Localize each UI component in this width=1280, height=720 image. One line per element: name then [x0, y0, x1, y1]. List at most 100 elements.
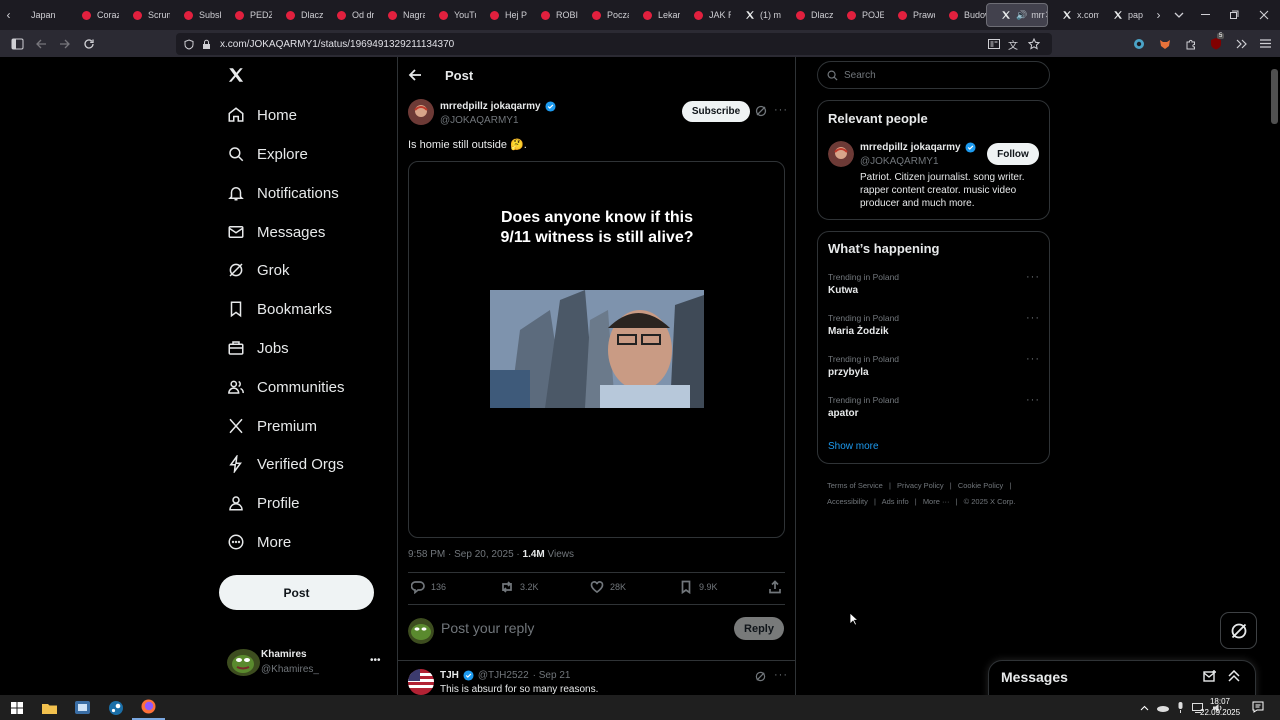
browser-tab[interactable]: Subsk	[170, 0, 221, 30]
more-link[interactable]: More ···	[923, 497, 950, 506]
search-box[interactable]: Search	[817, 61, 1050, 89]
browser-tab[interactable]: ROBIN	[527, 0, 578, 30]
trend-more-icon[interactable]: ···	[1026, 353, 1040, 365]
app-menu-icon[interactable]	[1254, 30, 1276, 57]
relevant-name-row[interactable]: mrredpillz jokaqarmy	[860, 142, 976, 153]
post-media[interactable]: Does anyone know if this 9/11 witness is…	[408, 161, 785, 538]
cookie-link[interactable]: Cookie Policy	[958, 481, 1003, 490]
sidebar-item-messages[interactable]: Messages	[227, 217, 325, 247]
show-more-link[interactable]: Show more	[828, 441, 879, 452]
lock-icon[interactable]	[202, 39, 214, 50]
trend-more-icon[interactable]: ···	[1026, 394, 1040, 406]
sidebar-item-verified-orgs[interactable]: Verified Orgs	[227, 449, 344, 479]
fox-extension-icon[interactable]	[1154, 30, 1176, 57]
sidebar-item-home[interactable]: Home	[227, 100, 297, 130]
tab-scroll-left-icon[interactable]: ‹	[0, 0, 17, 30]
forward-icon[interactable]	[54, 30, 76, 57]
share-action[interactable]	[768, 580, 788, 594]
page-scrollbar[interactable]	[1269, 57, 1280, 695]
browser-tab[interactable]: Pocza	[578, 0, 629, 30]
tab-list-chevron-icon[interactable]	[1167, 0, 1192, 30]
reply-input[interactable]: Post your reply	[441, 620, 534, 636]
sidebar-item-communities[interactable]: Communities	[227, 372, 345, 402]
url-text[interactable]: x.com/JOKAQARMY1/status/1969491329211134…	[220, 39, 454, 50]
bookmark-star-icon[interactable]	[1028, 38, 1048, 50]
tab-scroll-right-icon[interactable]: ›	[1150, 0, 1167, 30]
overflow-chevrons-icon[interactable]	[1230, 30, 1252, 57]
translate-icon[interactable]: 文	[1008, 37, 1028, 52]
ads-info-link[interactable]: Ads info	[882, 497, 909, 506]
browser-tab[interactable]: PEDZI	[221, 0, 272, 30]
reply-author-row[interactable]: TJH @TJH2522 · Sep 21	[440, 670, 570, 681]
sidebar-toggle-icon[interactable]	[6, 30, 28, 57]
reply-author-name[interactable]: TJH	[440, 670, 459, 681]
sidebar-item-explore[interactable]: Explore	[227, 139, 308, 169]
relevant-name[interactable]: mrredpillz jokaqarmy	[860, 142, 961, 153]
clock[interactable]: 18:07 22.09.2025	[1200, 696, 1240, 718]
account-menu-icon[interactable]: •••	[370, 655, 381, 666]
sidebar-item-profile[interactable]: Profile	[227, 488, 300, 518]
like-action[interactable]: 28K	[590, 580, 626, 594]
window-close-icon[interactable]	[1248, 0, 1280, 30]
post-more-icon[interactable]: ···	[774, 104, 788, 116]
browser-tab[interactable]: Nagra	[374, 0, 425, 30]
reply-author-handle[interactable]: @TJH2522	[478, 670, 529, 681]
terms-link[interactable]: Terms of Service	[827, 481, 883, 490]
follow-button[interactable]: Follow	[987, 143, 1039, 165]
browser-tab[interactable]: Lekar	[629, 0, 680, 30]
sidebar-item-notifications[interactable]: Notifications	[227, 178, 339, 208]
relevant-avatar[interactable]	[828, 141, 854, 167]
browser-tab[interactable]: Dlacz	[782, 0, 833, 30]
new-message-icon[interactable]	[1203, 670, 1217, 683]
window-minimize-icon[interactable]	[1191, 0, 1219, 30]
back-arrow-icon[interactable]	[408, 68, 422, 82]
sidebar-item-grok[interactable]: Grok	[227, 255, 290, 285]
browser-tab[interactable]: Budow	[935, 0, 986, 30]
grok-icon[interactable]	[755, 105, 767, 117]
trend-item[interactable]: Trending in Poland Maria Żodzik ···	[828, 312, 1040, 337]
microphone-icon[interactable]	[1177, 702, 1184, 713]
account-avatar[interactable]	[227, 649, 260, 676]
trend-item[interactable]: Trending in Poland przybyla ···	[828, 353, 1040, 378]
steam-icon[interactable]	[99, 695, 132, 720]
browser-tab[interactable]: POJEC	[833, 0, 884, 30]
reply-more-icon[interactable]: ···	[774, 669, 788, 681]
back-icon[interactable]	[30, 30, 52, 57]
vpn-extension-icon[interactable]	[1128, 30, 1150, 57]
reply-button[interactable]: Reply	[734, 617, 784, 640]
browser-tab[interactable]: YouTu	[425, 0, 476, 30]
reader-view-icon[interactable]	[988, 39, 1008, 49]
browser-tab[interactable]: Coraz	[68, 0, 119, 30]
browser-tab[interactable]: Od dr	[323, 0, 374, 30]
video-thumbnail[interactable]	[490, 290, 704, 408]
reply-action[interactable]: 136	[411, 580, 446, 594]
browser-tab[interactable]: Scrum	[119, 0, 170, 30]
messages-drawer[interactable]: Messages	[988, 660, 1256, 695]
browser-tab[interactable]: 🔊mrr✕	[985, 3, 1048, 27]
account-handle[interactable]: @Khamires_	[261, 664, 319, 675]
trend-item[interactable]: Trending in Poland Kutwa ···	[828, 271, 1040, 296]
sidebar-item-more[interactable]: More	[227, 527, 291, 557]
ublock-extension-icon[interactable]: 5	[1205, 30, 1227, 57]
browser-tab[interactable]: Dlacz	[272, 0, 323, 30]
notifications-center-icon[interactable]	[1252, 701, 1264, 713]
x-logo-icon[interactable]	[227, 66, 245, 84]
relevant-handle[interactable]: @JOKAQARMY1	[860, 156, 939, 167]
privacy-link[interactable]: Privacy Policy	[897, 481, 944, 490]
browser-tab[interactable]: JAK R	[680, 0, 731, 30]
author-name[interactable]: mrredpillz jokaqarmy	[440, 101, 541, 112]
grok-fab-button[interactable]	[1220, 612, 1257, 649]
reload-icon[interactable]	[78, 30, 100, 57]
bookmark-action[interactable]: 9.9K	[679, 580, 718, 594]
post-button[interactable]: Post	[219, 575, 374, 610]
app-icon[interactable]	[66, 695, 99, 720]
accessibility-link[interactable]: Accessibility	[827, 497, 868, 506]
trend-more-icon[interactable]: ···	[1026, 312, 1040, 324]
repost-action[interactable]: 3.2K	[500, 580, 539, 594]
reply-author-avatar[interactable]	[408, 669, 434, 695]
scrollbar-thumb[interactable]	[1271, 69, 1278, 124]
browser-tab[interactable]: Japan	[17, 0, 68, 30]
extensions-puzzle-icon[interactable]	[1180, 30, 1202, 57]
file-explorer-icon[interactable]	[33, 695, 66, 720]
browser-tab[interactable]: Prawd	[884, 0, 935, 30]
